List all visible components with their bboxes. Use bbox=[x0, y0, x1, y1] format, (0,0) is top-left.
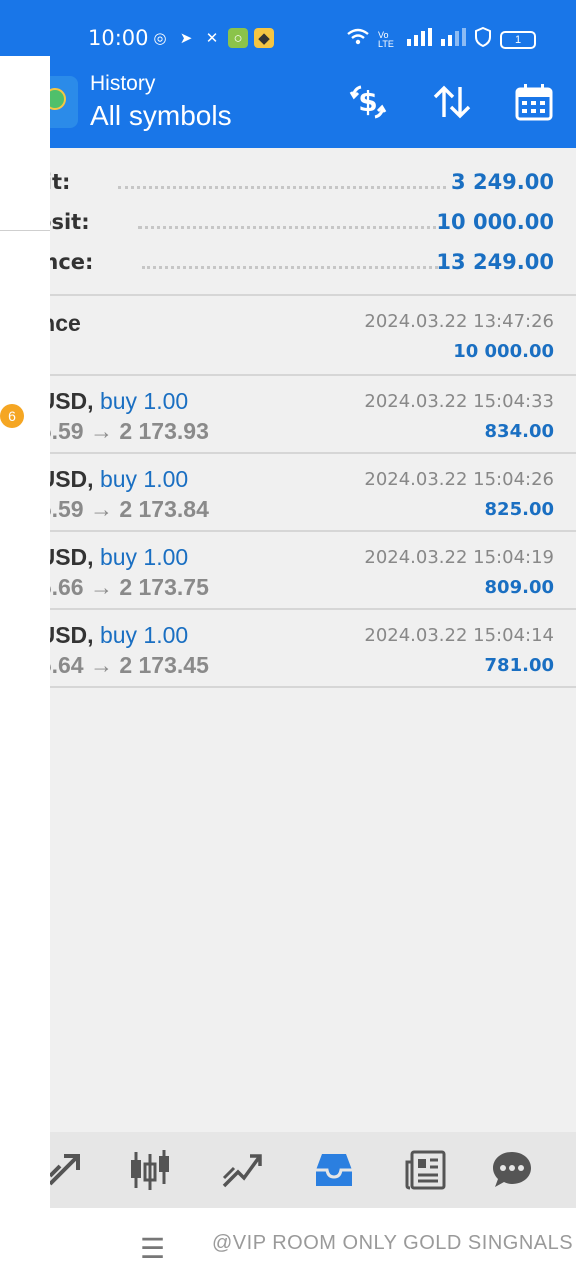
tab-history[interactable] bbox=[310, 1146, 358, 1194]
deal-row[interactable]: UUSD, buy 1.00 65.64 → 2 173.45 2024.03.… bbox=[0, 610, 576, 688]
leader-dots bbox=[142, 266, 444, 270]
header-subtitle: History bbox=[90, 72, 156, 95]
volte-label: Vo LTE bbox=[378, 29, 394, 49]
deal-side: buy 1.00 bbox=[99, 388, 189, 414]
tab-news[interactable] bbox=[402, 1146, 450, 1194]
summary-block: ofit: 3 249.00 posit: 10 000.00 lance: 1… bbox=[0, 148, 576, 296]
chat-icon bbox=[493, 1152, 531, 1187]
deal-time: 2024.03.22 15:04:33 bbox=[364, 391, 554, 412]
candlestick-icon bbox=[131, 1150, 169, 1190]
x-icon: ✕ bbox=[205, 30, 219, 47]
app-icon: ○ bbox=[228, 28, 248, 48]
deal-profit: 834.00 bbox=[484, 421, 554, 442]
divider bbox=[0, 686, 576, 688]
trade-line-icon bbox=[222, 1154, 262, 1188]
deposit-value: 10 000.00 bbox=[436, 210, 554, 234]
signal-icon bbox=[406, 28, 432, 51]
leader-dots bbox=[118, 186, 446, 190]
telegram-icon: ➤ bbox=[179, 30, 193, 47]
svg-text:$: $ bbox=[358, 85, 377, 118]
deal-profit: 809.00 bbox=[484, 577, 554, 598]
drawer-divider bbox=[0, 230, 50, 231]
deal-side: buy 1.00 bbox=[99, 622, 189, 648]
dollar-refresh-icon[interactable]: $ bbox=[346, 80, 390, 124]
signal-icon-2 bbox=[440, 28, 466, 51]
tab-trade[interactable] bbox=[218, 1146, 266, 1194]
status-right: Vo LTE 1 bbox=[346, 26, 536, 52]
battery-icon: 1 bbox=[500, 30, 536, 49]
app-header: History All symbols $ bbox=[0, 56, 576, 148]
shield-icon bbox=[474, 26, 492, 52]
deal-time: 2024.03.22 15:04:19 bbox=[364, 547, 554, 568]
inbox-icon bbox=[316, 1154, 352, 1186]
balance-row: lance: 13 249.00 bbox=[0, 244, 576, 284]
deal-time: 2024.03.22 15:04:14 bbox=[364, 625, 554, 646]
leader-dots bbox=[138, 226, 444, 230]
profit-row: ofit: 3 249.00 bbox=[0, 164, 576, 204]
balance-entry-time: 2024.03.22 13:47:26 bbox=[364, 311, 554, 332]
watermark-text: @VIP ROOM ONLY GOLD SINGNALS bbox=[212, 1232, 574, 1254]
notification-badge: 6 bbox=[0, 404, 24, 428]
deal-side: buy 1.00 bbox=[99, 544, 189, 570]
deal-row[interactable]: UUSD, buy 1.00 65.59 → 2 173.93 2024.03.… bbox=[0, 376, 576, 454]
profit-value: 3 249.00 bbox=[451, 170, 554, 194]
news-icon bbox=[405, 1150, 446, 1190]
balance-entry-amount: 10 000.00 bbox=[453, 341, 554, 362]
deal-row[interactable]: UUSD, buy 1.00 65.66 → 2 173.75 2024.03.… bbox=[0, 532, 576, 610]
tab-chart[interactable] bbox=[126, 1146, 174, 1194]
trend-arrow-icon bbox=[48, 1154, 80, 1186]
deal-prices: 65.64 → 2 173.45 bbox=[26, 652, 209, 678]
bottom-tab-bar bbox=[0, 1132, 576, 1208]
notification-icons: ◎ ➤ ✕ ○ ◆ bbox=[150, 28, 274, 48]
deal-prices: 65.59 → 2 173.93 bbox=[26, 418, 209, 444]
game-icon: ◆ bbox=[254, 28, 274, 48]
deal-profit: 825.00 bbox=[484, 499, 554, 520]
deal-prices: 65.59 → 2 173.84 bbox=[26, 496, 209, 522]
system-navigation-bar: ☰ @VIP ROOM ONLY GOLD SINGNALS bbox=[0, 1208, 576, 1280]
side-drawer[interactable]: 6 bbox=[0, 56, 50, 1210]
wifi-icon bbox=[346, 28, 370, 51]
balance-value: 13 249.00 bbox=[436, 250, 554, 274]
history-content[interactable]: ofit: 3 249.00 posit: 10 000.00 lance: 1… bbox=[0, 148, 576, 1132]
app-logo-icon[interactable] bbox=[48, 76, 78, 128]
messenger-icon: ◎ bbox=[153, 30, 167, 47]
deal-time: 2024.03.22 15:04:26 bbox=[364, 469, 554, 490]
deal-row[interactable]: UUSD, buy 1.00 65.59 → 2 173.84 2024.03.… bbox=[0, 454, 576, 532]
deal-prices: 65.66 → 2 173.75 bbox=[26, 574, 209, 600]
deal-side: buy 1.00 bbox=[99, 466, 189, 492]
sort-icon[interactable] bbox=[430, 80, 474, 124]
tab-chat[interactable] bbox=[488, 1146, 536, 1194]
deposit-row: posit: 10 000.00 bbox=[0, 204, 576, 244]
balance-entry[interactable]: lance 2024.03.22 13:47:26 10 000.00 bbox=[0, 296, 576, 374]
menu-icon[interactable]: ☰ bbox=[140, 1232, 165, 1265]
header-title[interactable]: All symbols bbox=[90, 100, 232, 132]
deal-profit: 781.00 bbox=[484, 655, 554, 676]
status-time: 10:00 bbox=[88, 26, 149, 50]
calendar-icon[interactable] bbox=[512, 80, 556, 124]
